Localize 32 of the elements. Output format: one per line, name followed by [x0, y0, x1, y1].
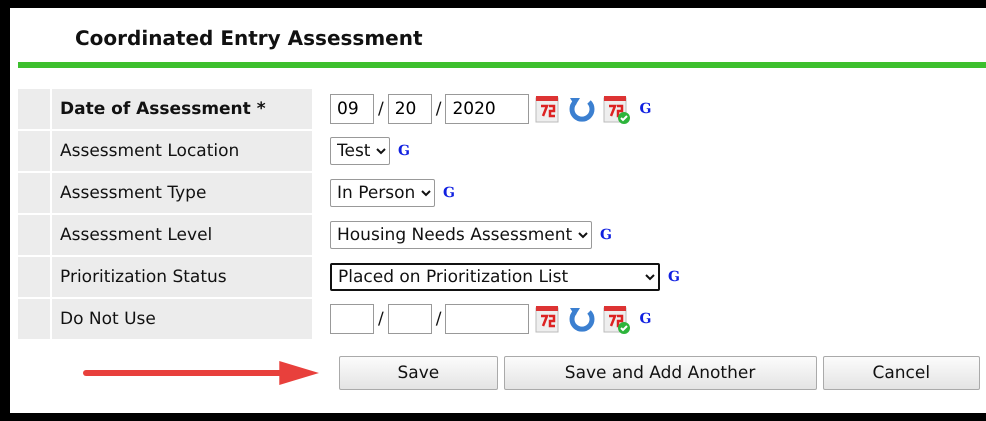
month-field[interactable] — [330, 304, 374, 334]
calendar-check-icon[interactable] — [601, 303, 632, 335]
dropdown[interactable]: Placed on Prioritization List — [330, 263, 660, 291]
year-field[interactable]: 2020 — [445, 94, 530, 124]
day-field[interactable] — [388, 304, 432, 334]
form-button[interactable]: Save — [339, 356, 498, 390]
link[interactable]: G — [443, 185, 455, 201]
label-text: Date of Assessment — [60, 99, 251, 119]
date-separator: / — [436, 99, 442, 119]
month-field[interactable]: 09 — [330, 94, 374, 124]
form-button[interactable]: Save and Add Another — [504, 356, 817, 390]
label-text: Assessment Level — [60, 225, 212, 245]
dropdown[interactable]: Housing Needs Assessment — [330, 221, 592, 249]
day-field[interactable]: 20 — [388, 94, 432, 124]
link[interactable]: G — [668, 269, 680, 285]
calendar-check-icon[interactable] — [601, 93, 632, 125]
date-separator: / — [378, 309, 384, 329]
label-text: Assessment Type — [60, 183, 206, 203]
required-mark: * — [256, 99, 266, 119]
date-separator: / — [378, 99, 384, 119]
label-text: Assessment Location — [60, 141, 240, 161]
dropdown[interactable]: In Person — [330, 179, 435, 207]
link[interactable]: G — [398, 143, 410, 159]
form-button[interactable]: Cancel — [822, 356, 980, 390]
dropdown[interactable]: Test — [330, 137, 390, 165]
label-text: Do Not Use — [60, 309, 156, 329]
link[interactable]: G — [639, 311, 652, 327]
link[interactable]: G — [639, 101, 652, 117]
link[interactable]: G — [600, 227, 612, 243]
date-separator: / — [436, 309, 442, 329]
label-text: Prioritization Status — [60, 267, 227, 287]
year-field[interactable] — [445, 304, 530, 334]
